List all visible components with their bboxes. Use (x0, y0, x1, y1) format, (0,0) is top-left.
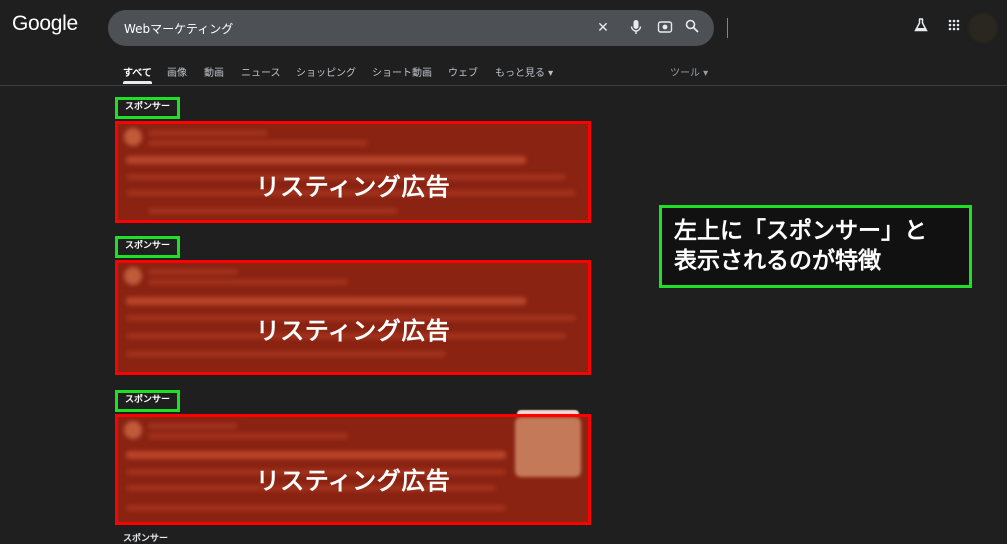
tab-images[interactable]: 画像 (167, 64, 187, 79)
sponsor-label: スポンサー (115, 236, 180, 258)
listing-ad[interactable]: リスティング広告 (115, 414, 591, 525)
apps-icon[interactable] (945, 18, 963, 36)
google-logo[interactable]: Google (12, 12, 78, 36)
sponsor-label: スポンサー (115, 390, 180, 412)
mic-icon[interactable] (628, 19, 644, 37)
ad-overlay-label: リスティング広告 (255, 173, 451, 201)
tab-web[interactable]: ウェブ (448, 64, 478, 79)
callout-line-1: 左上に「スポンサー」と (674, 218, 927, 244)
active-tab-indicator (123, 81, 152, 84)
ad-overlay-label: リスティング広告 (255, 317, 451, 345)
tools-button[interactable]: ツール ▾ (670, 64, 708, 79)
tab-news[interactable]: ニュース (241, 64, 281, 79)
ad-overlay-label: リスティング広告 (255, 467, 451, 495)
tab-short-videos[interactable]: ショート動画 (372, 64, 432, 79)
listing-ad[interactable]: リスティング広告 (115, 260, 591, 375)
tab-more[interactable]: もっと見る ▾ (495, 64, 553, 79)
tab-videos[interactable]: 動画 (204, 64, 224, 79)
annotation-callout: 左上に「スポンサー」と 表示されるのが特徴 (659, 205, 972, 288)
search-input[interactable]: Webマーケティング (124, 20, 233, 37)
search-icon[interactable] (684, 19, 700, 37)
callout-line-2: 表示されるのが特徴 (674, 248, 881, 274)
close-icon[interactable]: ✕ (595, 19, 611, 37)
listing-ad[interactable]: リスティング広告 (115, 121, 591, 223)
lens-icon[interactable] (657, 19, 673, 37)
header-divider (0, 85, 1007, 86)
tab-shopping[interactable]: ショッピング (296, 64, 356, 79)
search-divider (727, 18, 728, 38)
sponsor-label: スポンサー (115, 97, 180, 119)
account-avatar[interactable] (968, 13, 998, 43)
sponsor-label: スポンサー (123, 534, 169, 544)
tab-all[interactable]: すべて (123, 64, 152, 79)
search-bar[interactable]: Webマーケティング ✕ (108, 10, 728, 46)
labs-icon[interactable] (912, 18, 930, 36)
